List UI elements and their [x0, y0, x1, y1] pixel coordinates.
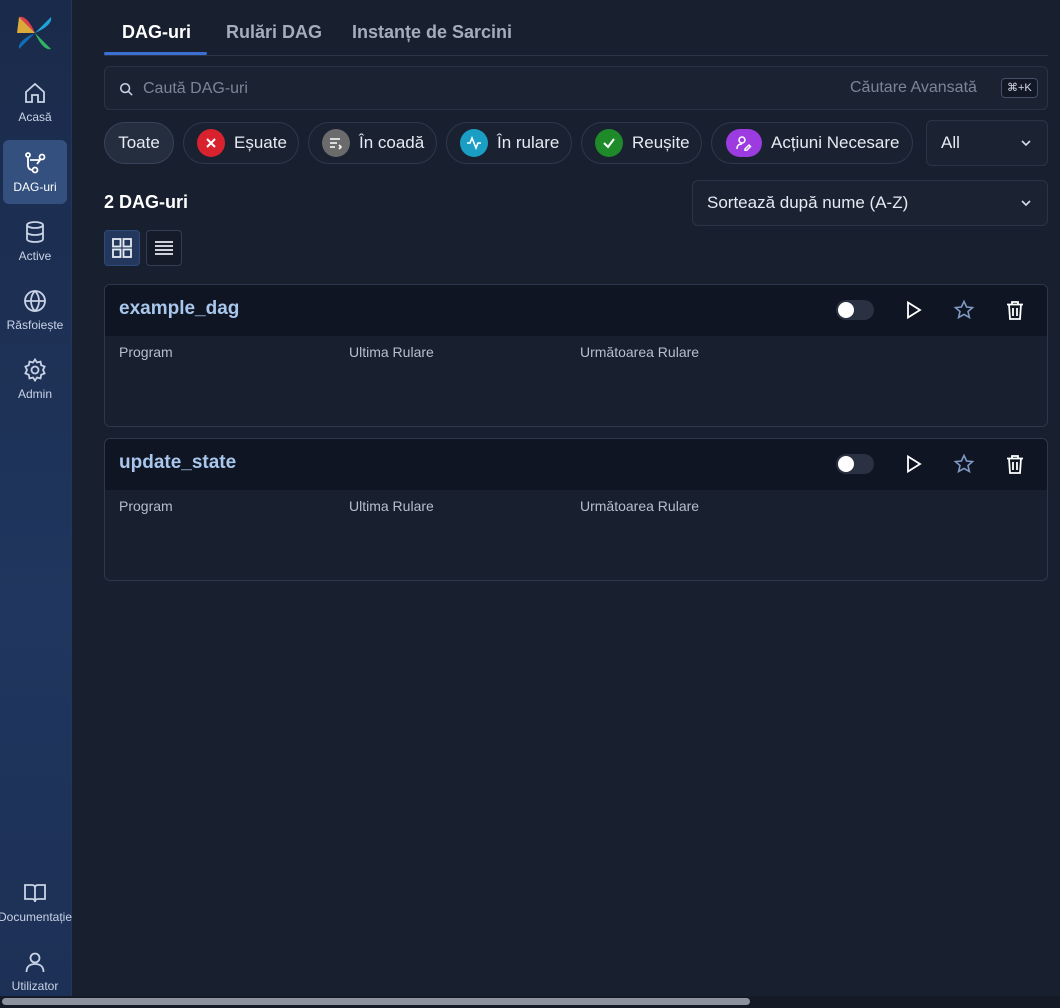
star-icon — [953, 453, 975, 474]
filter-all[interactable]: Toate — [104, 122, 174, 164]
shortcut-badge: ⌘+K — [1001, 78, 1038, 98]
filter-label: În rulare — [497, 133, 560, 152]
gear-icon — [24, 357, 46, 382]
filter-label: În coadă — [359, 133, 425, 152]
airflow-logo[interactable] — [15, 13, 55, 53]
filter-queued[interactable]: În coadă — [308, 122, 437, 164]
select-value: Sortează după nume (A-Z) — [707, 193, 909, 212]
search-icon — [119, 82, 133, 96]
activity-icon — [460, 129, 488, 157]
last-run-label: Ultima Rulare — [349, 344, 434, 360]
tab-bar: DAG-uri Rulări DAG Instanțe de Sarcini — [104, 0, 1048, 56]
star-icon — [953, 299, 975, 320]
favorite-button[interactable] — [953, 453, 975, 475]
favorite-button[interactable] — [953, 299, 975, 321]
advanced-search-link[interactable]: Căutare Avansată — [850, 79, 977, 97]
tab-dags[interactable]: DAG-uri — [122, 0, 191, 56]
tab-dag-runs[interactable]: Rulări DAG — [226, 0, 322, 56]
home-icon — [25, 82, 45, 103]
dag-card-header: example_dag — [105, 285, 1047, 336]
sidebar-item-user[interactable]: Utilizator — [3, 939, 67, 1003]
delete-button[interactable] — [1004, 453, 1026, 475]
dag-title-link[interactable]: update_state — [119, 452, 236, 474]
toggle-knob — [838, 456, 854, 472]
sort-select[interactable]: Sortează după nume (A-Z) — [692, 180, 1048, 226]
user-edit-icon — [726, 129, 762, 157]
chevron-down-icon — [1021, 200, 1031, 207]
check-icon — [595, 129, 623, 157]
play-icon — [907, 300, 922, 320]
filter-failed[interactable]: Eșuate — [183, 122, 299, 164]
sidebar-item-label: Utilizator — [11, 978, 59, 993]
dag-icon — [25, 151, 46, 173]
chevron-down-icon — [1021, 140, 1031, 147]
pause-toggle[interactable] — [836, 300, 874, 320]
search-input[interactable] — [143, 75, 783, 103]
trash-icon — [1007, 301, 1023, 320]
sidebar-item-label: Active — [18, 248, 52, 263]
filter-label: Eșuate — [234, 133, 287, 152]
grid-view-button[interactable] — [104, 230, 140, 266]
play-icon — [907, 454, 922, 474]
filter-label: Reușite — [632, 133, 690, 152]
queue-icon — [322, 129, 350, 157]
sidebar-item-home[interactable]: Acasă — [3, 70, 67, 134]
sidebar-item-label: Admin — [17, 386, 52, 401]
next-run-label: Următoarea Rulare — [580, 344, 700, 360]
dag-card: update_state Program Ultima Rulare Următ… — [104, 438, 1048, 581]
dag-count: 2 DAG-uri — [104, 192, 189, 212]
delete-button[interactable] — [1004, 299, 1026, 321]
sidebar-item-browse[interactable]: Răsfoiește — [3, 278, 67, 342]
last-run-label: Ultima Rulare — [349, 498, 434, 514]
sidebar-item-label: DAG-uri — [13, 179, 57, 194]
toggle-knob — [838, 302, 854, 318]
sidebar-item-label: Acasă — [18, 109, 52, 124]
sidebar-item-dags[interactable]: DAG-uri — [3, 140, 67, 204]
tab-task-instances[interactable]: Instanțe de Sarcini — [352, 0, 512, 56]
trigger-button[interactable] — [902, 299, 924, 321]
scrollbar-thumb[interactable] — [2, 998, 750, 1005]
grid-icon — [112, 238, 132, 258]
trigger-button[interactable] — [902, 453, 924, 475]
dag-card: example_dag Program Ultima Rulare Următo… — [104, 284, 1048, 427]
sidebar-item-assets[interactable]: Active — [3, 209, 67, 273]
book-icon — [24, 883, 46, 902]
filter-needs-action[interactable]: Acțiuni Necesare — [711, 122, 913, 164]
trash-icon — [1007, 455, 1023, 474]
dag-card-header: update_state — [105, 439, 1047, 490]
x-icon — [197, 129, 225, 157]
list-icon — [155, 241, 173, 255]
search-bar: Căutare Avansată ⌘+K — [104, 66, 1048, 110]
filter-label: Acțiuni Necesare — [771, 133, 900, 152]
pause-toggle[interactable] — [836, 454, 874, 474]
sidebar-item-admin[interactable]: Admin — [3, 347, 67, 411]
filter-running[interactable]: În rulare — [446, 122, 572, 164]
sidebar-item-docs[interactable]: Documentație — [0, 870, 72, 934]
filter-success[interactable]: Reușite — [581, 122, 702, 164]
user-icon — [25, 952, 45, 972]
sidebar-item-label: Răsfoiește — [6, 317, 64, 332]
sidebar-item-label: Documentație — [0, 909, 73, 924]
list-view-button[interactable] — [146, 230, 182, 266]
active-tab-indicator — [104, 52, 207, 55]
globe-icon — [24, 289, 46, 312]
sidebar: Acasă DAG-uri Active Răsfoiește Admin Do… — [0, 0, 72, 1008]
database-icon — [26, 220, 44, 243]
tag-filter-select[interactable]: All — [926, 120, 1048, 166]
schedule-label: Program — [119, 344, 173, 360]
next-run-label: Următoarea Rulare — [580, 498, 700, 514]
dag-title-link[interactable]: example_dag — [119, 298, 239, 320]
select-value: All — [941, 133, 960, 152]
horizontal-scrollbar[interactable] — [0, 996, 1060, 1008]
filter-label: Toate — [118, 133, 160, 152]
schedule-label: Program — [119, 498, 173, 514]
